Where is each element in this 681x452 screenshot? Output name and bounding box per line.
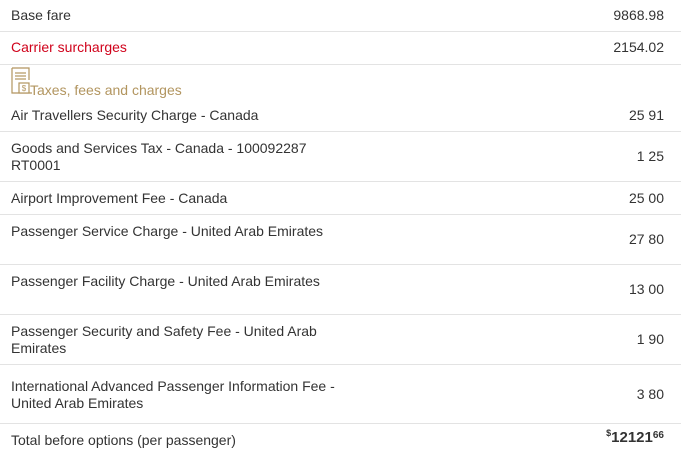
fare-breakdown-panel: Base fare 9868.98 Carrier surcharges 215… (0, 0, 681, 452)
tax-label: Passenger Security and Safety Fee - Unit… (11, 323, 317, 356)
tax-amount: 3 80 (636, 386, 664, 402)
total-amount: $1212166 (606, 428, 664, 446)
tax-row: Passenger Facility Charge - United Arab … (0, 265, 681, 315)
tax-row: Passenger Security and Safety Fee - Unit… (0, 315, 681, 365)
svg-text:$: $ (22, 84, 27, 93)
total-cents: 66 (652, 430, 664, 441)
currency-symbol: $ (606, 428, 612, 438)
tax-label: Goods and Services Tax - Canada - 100092… (11, 140, 307, 173)
base-fare-label: Base fare (11, 7, 71, 23)
total-label: Total before options (per passenger) (11, 432, 236, 448)
tax-row: Passenger Service Charge - United Arab E… (0, 215, 681, 265)
tax-amount: 27 80 (628, 231, 664, 247)
tax-amount: 25 00 (628, 190, 664, 206)
tax-row: International Advanced Passenger Informa… (0, 365, 681, 424)
tax-label: International Advanced Passenger Informa… (11, 378, 335, 411)
tax-amount: 1 25 (636, 148, 664, 164)
base-fare-amount: 9868.98 (613, 7, 664, 23)
tax-amount: 1 90 (636, 331, 664, 347)
carrier-surcharges-label: Carrier surcharges (11, 39, 127, 55)
tax-label: Passenger Facility Charge - United Arab … (11, 273, 320, 289)
tax-row: Airport Improvement Fee - Canada 25 00 (0, 182, 681, 215)
carrier-surcharges-amount: 2154.02 (613, 39, 664, 55)
tax-label: Airport Improvement Fee - Canada (11, 190, 228, 206)
carrier-surcharges-row: Carrier surcharges 2154.02 (0, 32, 681, 65)
tax-row: Goods and Services Tax - Canada - 100092… (0, 132, 681, 182)
total-whole: 12121 (611, 429, 653, 446)
tax-label: Passenger Service Charge - United Arab E… (11, 223, 324, 239)
taxes-section-header: $ Taxes, fees and charges (11, 66, 411, 98)
tax-amount: 25 91 (628, 107, 664, 123)
tax-label: Air Travellers Security Charge - Canada (11, 107, 259, 123)
total-row: Total before options (per passenger) $12… (0, 424, 681, 452)
tax-row: Air Travellers Security Charge - Canada … (0, 99, 681, 132)
tax-amount: 13 00 (628, 281, 664, 297)
base-fare-row: Base fare 9868.98 (0, 0, 681, 32)
taxes-section-title: Taxes, fees and charges (30, 82, 182, 98)
